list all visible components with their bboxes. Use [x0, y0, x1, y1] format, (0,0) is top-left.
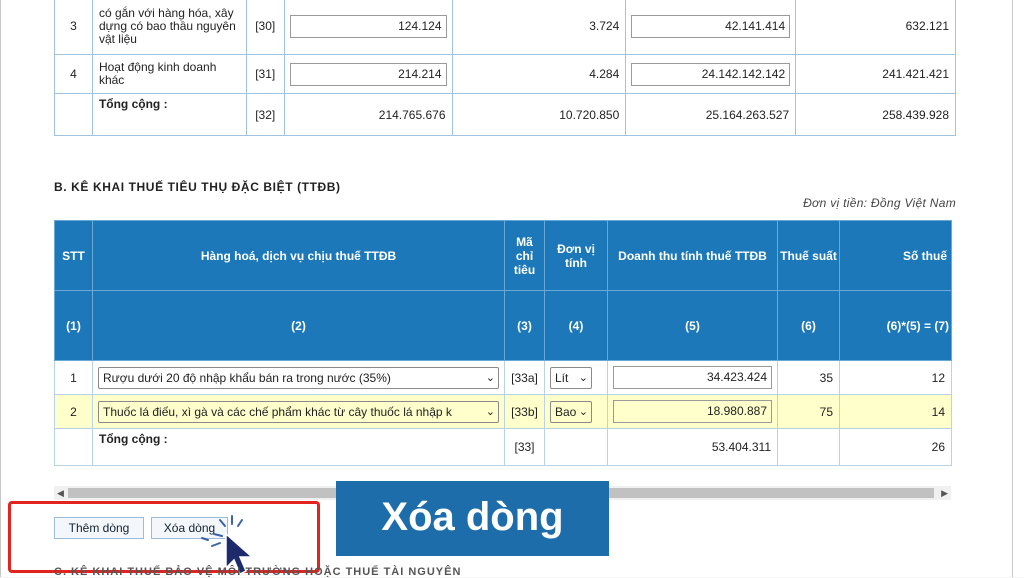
unit-select[interactable]: Bao ⌄: [550, 400, 592, 423]
left-divider: [0, 0, 1, 577]
amount-input[interactable]: 214.214: [289, 62, 447, 86]
col-header-stt: STT: [54, 220, 93, 291]
highlight-box: [8, 501, 320, 573]
goods-select[interactable]: Thuốc lá điếu, xì gà và các chế phẩm khá…: [98, 400, 499, 423]
section-b-title: B. KÊ KHAI THUẾ TIÊU THỤ ĐẶC BIỆT (TTĐB): [54, 180, 341, 194]
col-header-goods: Hàng hoá, dịch vụ chịu thuế TTĐB: [92, 220, 505, 291]
unit-select-value: Bao: [555, 404, 577, 419]
total-label: Tổng cộng :: [92, 428, 505, 466]
table-header-row: STT Hàng hoá, dịch vụ chịu thuế TTĐB Mã …: [54, 220, 952, 291]
table-row: 4 Hoạt động kinh doanh khác [31] 214.214…: [54, 54, 956, 94]
unit-select[interactable]: Lít ⌄: [550, 366, 592, 389]
unit-select-value: Lít: [555, 370, 569, 385]
scroll-right-arrow-icon[interactable]: ▶: [941, 486, 948, 500]
amount-input[interactable]: 24.142.142.142: [631, 62, 791, 86]
form-sheet: 3 có gắn với hàng hóa, xây dựng có bao t…: [0, 0, 1024, 578]
total-revenue: 53.404.311: [607, 428, 778, 466]
col-num-3: (3): [504, 290, 545, 361]
col-header-tax: Số thuế: [839, 220, 952, 291]
chevron-down-icon: ⌄: [485, 371, 495, 384]
scroll-left-arrow-icon[interactable]: ◀: [57, 486, 64, 500]
total-value: 214.765.676: [283, 93, 453, 136]
value-cell: 632.121: [795, 0, 956, 55]
code-cell: [30]: [245, 0, 285, 55]
code-cell: [33b]: [504, 394, 545, 429]
rate-cell: 35: [777, 360, 840, 395]
total-label: Tổng cộng :: [91, 93, 247, 136]
col-header-code: Mã chỉ tiêu: [504, 220, 545, 291]
table-row-selected[interactable]: 2 Thuốc lá điếu, xì gà và các chế phẩm k…: [54, 394, 952, 429]
chevron-down-icon: ⌄: [485, 405, 495, 418]
col-header-rate: Thuế suất: [777, 220, 840, 291]
chevron-down-icon: ⌄: [578, 371, 588, 384]
amount-input[interactable]: 124.124: [289, 14, 447, 38]
total-row: Tổng cộng : [33] 53.404.311 26: [54, 428, 952, 466]
code-cell: [33a]: [504, 360, 545, 395]
goods-select[interactable]: Rượu dưới 20 độ nhập khẩu bán ra trong n…: [98, 366, 499, 389]
code-cell: [32]: [245, 93, 285, 136]
col-num-2: (2): [92, 290, 505, 361]
chevron-down-icon: ⌄: [578, 405, 588, 418]
code-cell: [33]: [504, 428, 545, 466]
table-row: 1 Rượu dưới 20 độ nhập khẩu bán ra trong…: [54, 360, 952, 395]
code-cell: [31]: [245, 54, 285, 94]
total-value: 25.164.263.527: [625, 93, 797, 136]
industry-table: 3 có gắn với hàng hóa, xây dựng có bao t…: [54, 0, 956, 136]
tax-cell: 12: [839, 360, 952, 395]
total-tax: 26: [839, 428, 952, 466]
col-num-4: (4): [544, 290, 608, 361]
amount-input[interactable]: 42.141.414: [631, 14, 791, 38]
col-num-7: (7) = (5)*(6): [839, 290, 952, 361]
goods-select-value: Thuốc lá điếu, xì gà và các chế phẩm khá…: [103, 404, 452, 419]
col-num-6: (6): [777, 290, 840, 361]
revenue-input[interactable]: 18.980.887: [613, 400, 772, 423]
col-num-5: (5): [607, 290, 778, 361]
right-divider: [1012, 0, 1013, 577]
stt-cell: 1: [54, 360, 93, 395]
table-header-num-row: (1) (2) (3) (4) (5) (6) (7) = (5)*(6): [54, 290, 952, 361]
total-value: 10.720.850: [451, 93, 627, 136]
stt-cell: 2: [54, 394, 93, 429]
col-header-revenue: Doanh thu tính thuế TTĐB: [607, 220, 778, 291]
banner-label: Xóa dòng: [336, 481, 609, 556]
value-cell: 3.724: [451, 0, 627, 55]
total-value: 258.439.928: [795, 93, 956, 136]
value-cell: 241.421.421: [795, 54, 956, 94]
table-row: 3 có gắn với hàng hóa, xây dựng có bao t…: [54, 0, 956, 55]
stt-cell: 4: [54, 54, 93, 94]
desc-cell: Hoạt động kinh doanh khác: [91, 54, 247, 94]
revenue-input[interactable]: 34.423.424: [613, 366, 772, 389]
section-c-title: C. KÊ KHAI THUẾ BẢO VỆ MÔI TRƯỜNG HOẶC T…: [54, 566, 462, 578]
desc-cell: có gắn với hàng hóa, xây dựng có bao thầ…: [91, 0, 247, 55]
rate-cell: 75: [777, 394, 840, 429]
stt-cell: 3: [54, 0, 93, 55]
value-cell: 4.284: [451, 54, 627, 94]
total-row: Tổng cộng : [32] 214.765.676 10.720.850 …: [54, 93, 956, 136]
col-num-1: (1): [54, 290, 93, 361]
goods-select-value: Rượu dưới 20 độ nhập khẩu bán ra trong n…: [103, 370, 391, 385]
col-header-unit: Đơn vị tính: [544, 220, 608, 291]
tax-cell: 14: [839, 394, 952, 429]
ttdb-table: STT Hàng hoá, dịch vụ chịu thuế TTĐB Mã …: [54, 220, 952, 466]
currency-unit-note: Đơn vị tiền: Đồng Việt Nam: [803, 196, 956, 210]
